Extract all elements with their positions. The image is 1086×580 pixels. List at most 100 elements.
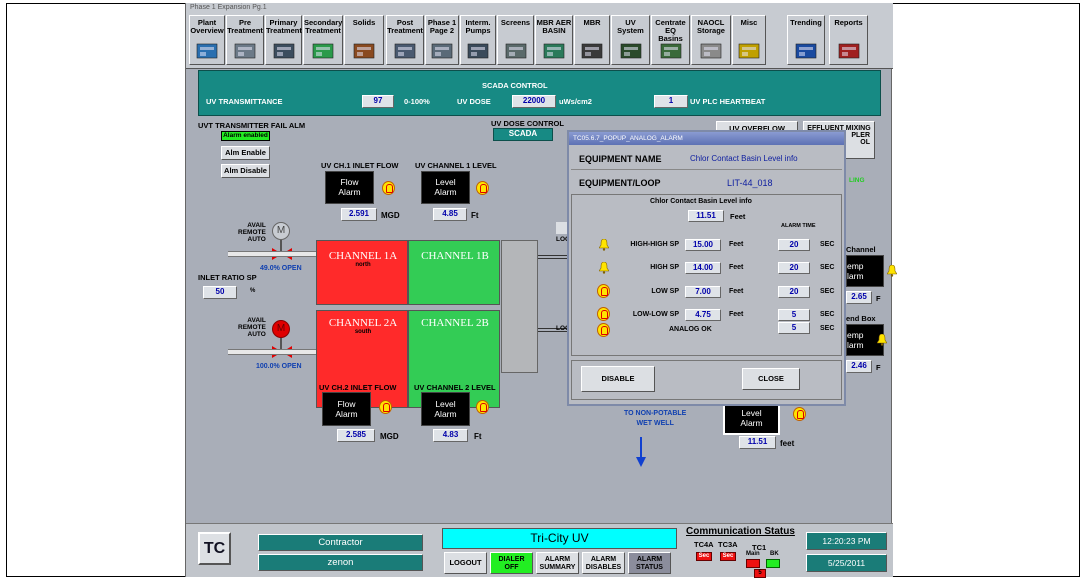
plant-icon: [196, 41, 218, 61]
outlet-chamber: [501, 240, 538, 373]
alarm-bell-icon[interactable]: [597, 284, 610, 298]
nav-button-phase[interactable]: Phase 1 Page 2: [425, 15, 459, 65]
scada-title: SCADA CONTROL: [482, 81, 548, 90]
alarm-bell-icon[interactable]: [597, 307, 610, 321]
channel-2a-label: CHANNEL 2A: [328, 317, 398, 329]
uv-icon: [620, 41, 642, 61]
nav-button-mbr[interactable]: MBR: [574, 15, 610, 65]
temp-alarm-1[interactable]: emp larm: [846, 255, 884, 287]
ch2-flow-alarm-icon[interactable]: [379, 400, 392, 414]
analog-alarm-popup: TC05.6.7_POPUP_ANALOG_ALARM EQUIPMENT NA…: [567, 130, 846, 406]
ch2-level-alarm-icon[interactable]: [476, 400, 489, 414]
uvt-fail-label: UVT TRANSMITTER FAIL ALM: [198, 121, 306, 130]
inlet-ratio-value[interactable]: 50: [203, 286, 237, 299]
channel-label: Channel: [846, 245, 876, 254]
popup-title[interactable]: TC05.6.7_POPUP_ANALOG_ALARM: [569, 132, 844, 145]
setpoint-label: LOW-LOW SP: [632, 311, 679, 318]
analog-ok-icon[interactable]: [597, 323, 610, 337]
tc3a-label: TC3A: [718, 540, 738, 549]
alarm-disables-button[interactable]: ALARM DISABLES: [582, 552, 625, 574]
ch1-flow-alarm[interactable]: Flow Alarm: [325, 171, 374, 204]
tc1-main-status[interactable]: [746, 559, 760, 568]
ch1-level-label: UV CHANNEL 1 LEVEL: [415, 161, 497, 170]
nav-button-label: MBR: [583, 18, 601, 27]
wet-well-level-alarm[interactable]: Level Alarm: [723, 404, 780, 435]
ch1-level-alarm[interactable]: Level Alarm: [421, 171, 470, 204]
nav-button-mbraer[interactable]: MBR AER BASIN: [535, 15, 573, 65]
down-arrow-icon: [636, 437, 646, 467]
setpoint-unit: Feet: [729, 311, 744, 318]
nav-button-post[interactable]: Post Treatment: [386, 15, 424, 65]
nav-button-plant[interactable]: Plant Overview: [189, 15, 225, 65]
nav-button-centrate[interactable]: Centrate EQ Basins: [651, 15, 690, 65]
uv-dose-value[interactable]: 22000: [512, 95, 556, 108]
analog-ok-time[interactable]: 5: [778, 322, 810, 334]
nav-button-naocl[interactable]: NAOCL Storage: [691, 15, 731, 65]
end-box-label: end Box: [846, 314, 876, 323]
nav-button-label: UV System: [617, 18, 644, 35]
setpoint-value[interactable]: 14.00: [685, 262, 721, 274]
temp-alarm-2-icon[interactable]: [877, 334, 887, 346]
inlet-ratio-label: INLET RATIO SP: [198, 273, 257, 282]
nav-button-secondary[interactable]: Secondary Treatment: [303, 15, 343, 65]
nav-button-primary[interactable]: Primary Treatment: [265, 15, 302, 65]
alarm-status-button[interactable]: ALARM STATUS: [628, 552, 671, 574]
naocl-icon: [700, 41, 722, 61]
alarm-time-value[interactable]: 20: [778, 286, 810, 298]
setpoint-value[interactable]: 15.00: [685, 239, 721, 251]
dialer-button[interactable]: DIALER OFF: [490, 552, 533, 574]
nav-button-solids[interactable]: Solids: [344, 15, 384, 65]
ch2-flow-alarm[interactable]: Flow Alarm: [322, 392, 371, 426]
uv-transmittance-value[interactable]: 97: [362, 95, 394, 108]
ch1-motor-icon[interactable]: M: [272, 222, 290, 240]
alarm-bell-icon[interactable]: [598, 238, 610, 251]
alarm-time-value[interactable]: 20: [778, 262, 810, 274]
setpoint-value[interactable]: 7.00: [685, 286, 721, 298]
nav-button-pre[interactable]: Pre Treatment: [226, 15, 264, 65]
alarm-time-value[interactable]: 20: [778, 239, 810, 251]
alm-enable-button[interactable]: Alm Enable: [221, 146, 270, 160]
uv-dose-unit: uWs/cm2: [559, 97, 592, 106]
channel-1b[interactable]: CHANNEL 1B: [408, 240, 500, 305]
nav-button-misc[interactable]: Misc: [732, 15, 766, 65]
logout-button[interactable]: LOGOUT: [444, 552, 487, 574]
screens-icon: [505, 41, 527, 61]
contractor-label: Contractor: [258, 534, 423, 551]
nav-button-reports[interactable]: Reports: [829, 15, 868, 65]
ch2-level-alarm[interactable]: Level Alarm: [421, 392, 470, 426]
section-title: Chlor Contact Basin Level info: [650, 198, 752, 205]
alarm-bell-icon[interactable]: [598, 261, 610, 274]
temp-1-value: 2.65: [846, 291, 872, 304]
setpoint-value[interactable]: 4.75: [685, 309, 721, 321]
primary-icon: [273, 41, 295, 61]
mbr-icon: [581, 41, 603, 61]
ch1-level-alarm-icon[interactable]: [476, 181, 489, 195]
tc1-bk-status[interactable]: [766, 559, 780, 568]
ch1-flow-alarm-icon[interactable]: [382, 181, 395, 195]
solids-icon: [353, 41, 375, 61]
nav-button-trending[interactable]: Trending: [787, 15, 825, 65]
alarm-time-value[interactable]: 5: [778, 309, 810, 321]
alm-disable-button[interactable]: Alm Disable: [221, 164, 270, 178]
channel-1a[interactable]: CHANNEL 1A north: [316, 240, 408, 305]
setpoint-label: HIGH SP: [650, 264, 679, 271]
uv-dose-control-label: UV DOSE CONTROL: [491, 119, 564, 128]
close-button[interactable]: CLOSE: [742, 368, 800, 390]
nav-button-pumps[interactable]: Interm. Pumps: [460, 15, 496, 65]
wet-well-level-alarm-icon[interactable]: [793, 407, 806, 421]
nav-button-screens[interactable]: Screens: [497, 15, 534, 65]
disable-button[interactable]: DISABLE: [581, 366, 655, 392]
ch2-motor-icon[interactable]: M: [272, 320, 290, 338]
setpoint-unit: Feet: [729, 264, 744, 271]
nav-button-label: Plant Overview: [190, 18, 224, 35]
uv-dose-control-mode[interactable]: SCADA: [493, 128, 553, 141]
main-label: Main: [746, 551, 760, 557]
ch2-inlet-flow-label: UV CH.2 INLET FLOW: [319, 383, 397, 392]
alarm-summary-button[interactable]: ALARM SUMMARY: [536, 552, 579, 574]
temp-alarm-1-icon[interactable]: [887, 265, 897, 277]
nav-button-uv[interactable]: UV System: [611, 15, 650, 65]
ch1-valve-status: AVAIL REMOTE AUTO: [238, 222, 266, 243]
ch1-flow-unit: MGD: [381, 211, 400, 220]
tc4a-status[interactable]: Sec: [696, 552, 712, 561]
tc3a-status[interactable]: Sec: [720, 552, 736, 561]
